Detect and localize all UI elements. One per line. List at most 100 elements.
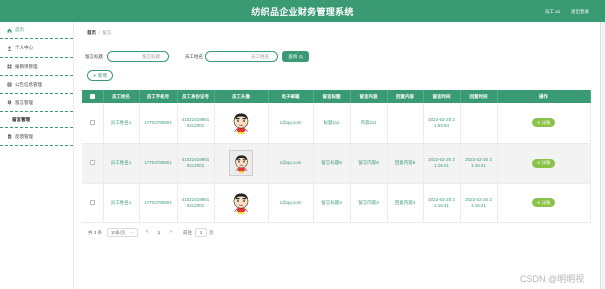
watermark: CSDN @明明视 (520, 274, 585, 284)
search-title-label: 留言标题 (85, 54, 103, 59)
cell-action: 详情 (497, 143, 591, 184)
cell-reply: 回复内容3 (387, 183, 424, 223)
cell-replied: 2022-02-20 21:16:41 (460, 183, 498, 223)
table-row: 员工姓名1 17703786901 410224199010212001 1@q… (82, 183, 591, 223)
list-icon (7, 82, 12, 87)
detail-button[interactable]: 详情 (531, 118, 556, 128)
cartoon-avatar (233, 193, 249, 214)
goto-suffix: 页 (209, 230, 214, 235)
detail-button-label: 详情 (541, 119, 551, 125)
detail-button[interactable]: 详情 (531, 198, 556, 207)
column-header: 留言时间 (423, 90, 461, 103)
column-header: 操作 (497, 90, 591, 103)
detail-icon (537, 201, 541, 204)
detail-button-label: 详情 (541, 199, 551, 205)
prev-page-button[interactable]: < (143, 228, 151, 237)
detail-icon (537, 161, 541, 165)
cell-id-card: 410224199010212001 (177, 103, 215, 144)
row-checkbox[interactable] (89, 120, 95, 126)
column-header: 员工姓名 (103, 90, 140, 103)
current-page[interactable]: 1 (155, 228, 163, 237)
select-all-cell (82, 90, 104, 103)
avatar-frame (229, 150, 253, 176)
cell-reply: 回复内容8 (387, 143, 424, 184)
table-row: 员工姓名1 17703786901 410224199010212001 1@q… (82, 103, 591, 144)
column-header: 员工手机号 (139, 90, 178, 103)
cell-avatar (214, 143, 269, 184)
scrollbar[interactable] (600, 22, 605, 289)
goto-page-input[interactable]: 1 (195, 228, 207, 237)
pagination-total: 共 3 条 (88, 230, 103, 235)
cell-email: 1@qq.com (268, 143, 314, 184)
add-button-label: 新增 (98, 72, 107, 78)
cell-created: 2022-02-20 21:53:54 (423, 103, 461, 144)
cell-reply (387, 103, 424, 144)
sidebar-item-expense[interactable]: 报销项管理 (0, 58, 73, 76)
table-header-row: 员工姓名 员工手机号 员工身份证号 员工头像 电子邮箱 留言标题 留言内容 回复… (82, 90, 591, 103)
cell-title: 留言标题8 (313, 143, 351, 184)
breadcrumb-current: 留言 (102, 30, 112, 35)
cell-title: 标题111 (313, 103, 351, 144)
sidebar-item-label: 公告信息管理 (15, 81, 42, 87)
breadcrumb: 首页 / 留言 (87, 30, 111, 36)
cell-email: 1@qq.com (268, 183, 314, 223)
cell-phone: 17703786901 (139, 183, 178, 223)
home-icon (7, 28, 12, 33)
plus-icon (93, 74, 97, 77)
sidebar-item-label: 留言管理 (15, 99, 33, 105)
sidebar-item-home[interactable]: 首页 (0, 22, 73, 39)
cell-avatar (214, 183, 269, 223)
sidebar-item-profile[interactable]: 个人中心 (0, 39, 73, 58)
cell-phone: 17703786901 (139, 143, 178, 184)
top-header: 纺织品企业财务管理系统 员工 a1 退出登录 (0, 0, 605, 22)
column-header: 电子邮箱 (268, 90, 314, 103)
sidebar-item-label: 报销项管理 (15, 63, 38, 69)
sidebar-subitem-label: 留言管理 (12, 116, 30, 122)
cell-avatar (214, 103, 269, 144)
page-size-value: 10条/页 (111, 229, 126, 235)
column-header: 回复内容 (387, 90, 424, 103)
cell-title: 留言标题3 (313, 183, 351, 223)
breadcrumb-home[interactable]: 首页 (87, 30, 96, 36)
cell-content: 留言内容8 (350, 143, 388, 184)
cell-action: 详情 (497, 183, 591, 223)
message-table: 员工姓名 员工手机号 员工身份证号 员工头像 电子邮箱 留言标题 留言内容 回复… (82, 90, 591, 223)
column-header: 回复时间 (460, 90, 498, 103)
sidebar-item-feedback[interactable]: 反馈管理 (0, 128, 73, 146)
page-size-select[interactable]: 10条/页 (107, 228, 138, 237)
table-row: 员工姓名1 17703786901 410224199010212001 1@q… (82, 143, 591, 184)
row-checkbox[interactable] (89, 199, 95, 205)
sidebar-subitem-message[interactable]: 留言管理 (0, 112, 73, 128)
next-page-button[interactable]: > (167, 228, 175, 237)
sidebar-item-label: 反馈管理 (15, 133, 33, 139)
search-icon (299, 54, 303, 59)
app-title: 纺织品企业财务管理系统 (251, 7, 354, 17)
sidebar-item-message[interactable]: 留言管理 (0, 94, 73, 112)
search-button-label: 查询 (288, 53, 298, 59)
cell-phone: 17703786901 (139, 103, 178, 144)
chevron-down-icon (131, 231, 134, 234)
sidebar-item-notice[interactable]: 公告信息管理 (0, 76, 73, 94)
cell-name: 员工姓名1 (103, 183, 140, 223)
column-header: 留言标题 (313, 90, 351, 103)
search-name-input[interactable]: 员工姓名 (205, 51, 278, 62)
current-user: 员工 a1 (545, 8, 561, 14)
cartoon-avatar (233, 113, 249, 134)
column-header: 留言内容 (350, 90, 388, 103)
row-checkbox[interactable] (89, 160, 95, 166)
search-button[interactable]: 查询 (282, 51, 309, 62)
document-icon (7, 134, 12, 139)
sidebar-item-label: 首页 (15, 27, 24, 32)
cell-content: 内容111 (350, 103, 388, 144)
add-button[interactable]: 新增 (87, 70, 113, 81)
cell-content: 留言内容3 (350, 183, 388, 223)
cell-email: 1@qq.com (268, 103, 314, 144)
cell-replied (460, 103, 498, 144)
detail-button[interactable]: 详情 (531, 158, 556, 168)
cell-id-card: 410224199010212001 (177, 143, 215, 184)
select-all-checkbox[interactable] (89, 94, 95, 100)
logout-link[interactable]: 退出登录 (571, 9, 589, 15)
cell-replied: 2022-02-20 21:16:41 (460, 143, 498, 184)
search-title-input[interactable]: 留言标题 (107, 51, 169, 62)
breadcrumb-separator: / (98, 30, 100, 35)
